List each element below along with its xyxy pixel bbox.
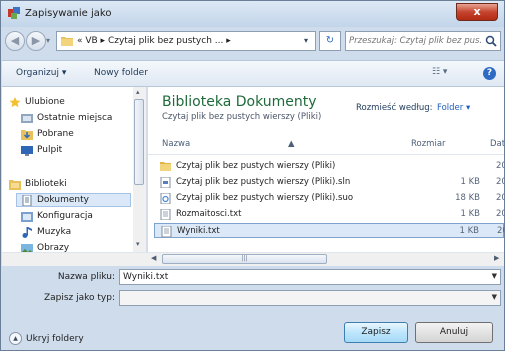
command-bar: Organizuj ▾ Nowy folder ☷ ▾ ?: [2, 60, 504, 87]
downloads-icon: [21, 130, 33, 140]
file-row[interactable]: Czytaj plik bez pustych wierszy (Pliki) …: [154, 159, 504, 174]
libraries-icon: [9, 180, 21, 190]
chevron-up-icon: ▲: [9, 332, 22, 345]
suo-file-icon: [160, 193, 171, 204]
nav-scrollbar[interactable]: ▴ ▾: [133, 87, 146, 252]
star-icon: [9, 97, 21, 108]
forward-button[interactable]: ▶: [26, 31, 46, 51]
chevron-down-icon[interactable]: ▼: [492, 293, 497, 301]
nav-item-downloads[interactable]: Pobrane: [21, 128, 131, 142]
documents-icon: [22, 195, 32, 206]
file-list-pane: Biblioteka Dokumenty Czytaj plik bez pus…: [148, 87, 504, 264]
refresh-icon: ↻: [325, 35, 335, 46]
breadcrumb-path: « VB ▸ Czytaj plik bez pustych ... ▸: [77, 36, 231, 46]
file-row[interactable]: Rozmaitosci.txt 1 KB 201: [154, 207, 504, 222]
nav-item-documents[interactable]: Dokumenty: [16, 193, 131, 207]
nav-item-libraries[interactable]: Biblioteki: [9, 178, 129, 192]
file-row[interactable]: Czytaj plik bez pustych wierszy (Pliki).…: [154, 175, 504, 190]
filetype-select[interactable]: ▼: [119, 290, 501, 306]
nav-item-favorites[interactable]: Ulubione: [9, 96, 129, 110]
app-icon: [8, 7, 20, 19]
file-row[interactable]: Czytaj plik bez pustych wierszy (Pliki).…: [154, 191, 504, 206]
scroll-up-icon[interactable]: ▴: [136, 88, 140, 96]
nav-item-desktop[interactable]: Pulpit: [21, 144, 131, 158]
folder-icon: [160, 162, 171, 171]
sln-file-icon: [160, 177, 171, 188]
text-file-icon: [161, 226, 172, 237]
folder-icon: [61, 37, 73, 46]
filename-label: Nazwa pliku:: [57, 272, 115, 282]
scroll-left-icon[interactable]: ◀: [151, 254, 156, 262]
nav-item-music[interactable]: Muzyka: [21, 226, 131, 240]
close-button[interactable]: x: [456, 3, 498, 21]
breadcrumb[interactable]: « VB ▸ Czytaj plik bez pustych ... ▸ ▾: [56, 31, 316, 51]
arrange-by-dropdown[interactable]: Folder ▾: [437, 103, 470, 113]
nav-scroll-thumb[interactable]: [134, 99, 144, 185]
text-file-icon: [160, 209, 171, 220]
arrange-by-label: Rozmieść według:: [356, 103, 433, 113]
search-box[interactable]: [345, 31, 501, 51]
cancel-button[interactable]: Anuluj: [415, 322, 493, 343]
scroll-right-icon[interactable]: ▶: [494, 254, 499, 262]
back-arrow-icon: ◀: [10, 34, 20, 47]
save-button[interactable]: Zapisz: [344, 322, 408, 343]
recent-locations-dropdown[interactable]: ▾: [46, 37, 53, 45]
search-icon: [485, 35, 497, 47]
new-folder-button[interactable]: Nowy folder: [94, 68, 148, 78]
address-row: ◀ ▶ ▾ « VB ▸ Czytaj plik bez pustych ...…: [1, 27, 504, 55]
file-row-selected[interactable]: Wyniki.txt 1 KB 201: [154, 223, 504, 238]
column-date[interactable]: Dat: [490, 139, 504, 149]
search-input[interactable]: [349, 34, 481, 48]
desktop-icon: [21, 146, 33, 156]
hide-folders-button[interactable]: ▲ Ukryj foldery: [9, 332, 84, 345]
nav-item-configuration[interactable]: Konfiguracja: [21, 210, 131, 224]
scroll-down-icon[interactable]: ▾: [136, 240, 140, 248]
filename-field[interactable]: ▼: [119, 269, 501, 285]
sort-arrow-icon: ▲: [288, 139, 295, 149]
column-header: Nazwa ▲ Rozmiar Dat: [148, 134, 504, 155]
file-list-hscrollbar[interactable]: ◀ ||| ▶: [2, 252, 504, 266]
music-icon: [22, 227, 32, 238]
chevron-down-icon[interactable]: ▼: [492, 272, 497, 280]
hide-folders-label: Ukryj foldery: [26, 334, 84, 344]
views-button[interactable]: ☷ ▾: [432, 67, 462, 81]
library-title: Biblioteka Dokumenty: [162, 94, 317, 110]
back-button[interactable]: ◀: [5, 31, 25, 51]
forward-arrow-icon: ▶: [31, 34, 41, 47]
filetype-label: Zapisz jako typ:: [43, 293, 115, 303]
library-subtitle: Czytaj plik bez pustych wierszy (Pliki): [162, 112, 322, 122]
filename-input[interactable]: [123, 271, 473, 283]
title-bar: Zapisywanie jako x: [1, 1, 504, 27]
help-icon[interactable]: ?: [483, 67, 496, 80]
refresh-button[interactable]: ↻: [319, 31, 341, 51]
hscroll-thumb[interactable]: |||: [162, 254, 327, 264]
window-title: Zapisywanie jako: [25, 8, 112, 19]
recent-places-icon: [21, 114, 33, 123]
column-size[interactable]: Rozmiar: [411, 139, 446, 149]
navigation-pane: Ulubione Ostatnie miejsca Pobrane Pulpit…: [2, 87, 147, 264]
column-name[interactable]: Nazwa: [162, 139, 190, 149]
save-as-dialog: Zapisywanie jako x ◀ ▶ ▾ « VB ▸ Czytaj p…: [0, 0, 505, 351]
library-icon: [21, 212, 33, 222]
chevron-down-icon[interactable]: ▾: [297, 32, 315, 50]
organize-button[interactable]: Organizuj ▾: [16, 68, 66, 78]
nav-item-recent-places[interactable]: Ostatnie miejsca: [21, 112, 131, 126]
